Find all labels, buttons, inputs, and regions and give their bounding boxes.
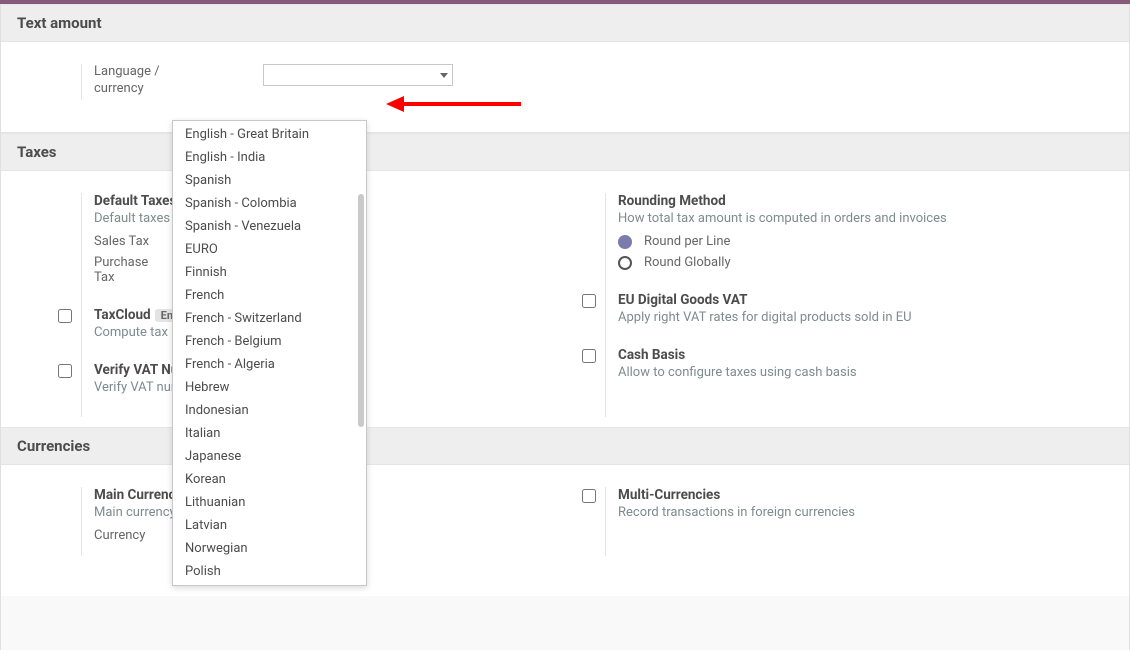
verify-vat-checkbox[interactable] [58,364,72,378]
eu-vat-block: EU Digital Goods VAT Apply right VAT rat… [618,292,1089,325]
rounding-globally-radio[interactable]: Round Globally [618,255,1089,270]
taxes-body: Default Taxes Default taxes a Sales Tax … [1,171,1129,427]
multi-currencies-sub: Record transactions in foreign currencie… [618,505,1089,520]
language-option[interactable]: Spanish [173,169,366,192]
language-option[interactable]: Japanese [173,445,366,468]
rounding-block: Rounding Method How total tax amount is … [618,193,1089,270]
section-header-taxes: Taxes [1,133,1129,171]
eu-vat-title: EU Digital Goods VAT [618,292,1089,308]
language-option[interactable]: Spanish - Colombia [173,192,366,215]
eu-vat-checkbox[interactable] [582,294,596,308]
language-currency-select[interactable] [263,64,453,86]
radio-selected-icon [618,235,632,249]
multi-currencies-checkbox[interactable] [582,489,596,503]
language-option[interactable]: Spanish - Venezuela [173,215,366,238]
currency-label: Currency [94,528,164,543]
multi-currencies-block: Multi-Currencies Record transactions in … [618,487,1089,520]
section-header-text-amount: Text amount [1,4,1129,42]
language-option[interactable]: Hebrew [173,376,366,399]
language-option[interactable]: Finnish [173,261,366,284]
eu-vat-sub: Apply right VAT rates for digital produc… [618,310,1089,325]
language-dropdown[interactable]: English - Great BritainEnglish - IndiaSp… [172,120,367,586]
language-option[interactable]: Korean [173,468,366,491]
language-option[interactable]: Latvian [173,514,366,537]
language-currency-row: Language / currency [1,42,1129,133]
rounding-per-line-radio[interactable]: Round per Line [618,234,1089,249]
rounding-title: Rounding Method [618,193,1089,209]
language-option[interactable]: French - Switzerland [173,307,366,330]
section-header-currencies: Currencies [1,427,1129,465]
annotation-arrow [386,92,526,116]
cash-basis-title: Cash Basis [618,347,1089,363]
language-currency-label: Language / currency [81,64,171,100]
language-option[interactable]: French [173,284,366,307]
cash-basis-block: Cash Basis Allow to configure taxes usin… [618,347,1089,380]
rounding-opt2-label: Round Globally [644,255,731,270]
purchase-tax-label: Purchase Tax [94,255,164,285]
language-option[interactable]: Italian [173,422,366,445]
language-option[interactable]: Lithuanian [173,491,366,514]
language-option[interactable]: French - Belgium [173,330,366,353]
currencies-body: Main Currency Main currency o Currency U… [1,465,1129,596]
dropdown-scrollbar[interactable] [358,194,364,427]
settings-panel: Text amount Language / currency Taxes De… [0,4,1130,650]
sales-tax-label: Sales Tax [94,234,164,249]
language-option[interactable]: Polish [173,560,366,583]
language-option[interactable]: Norwegian [173,537,366,560]
cash-basis-checkbox[interactable] [582,349,596,363]
language-option[interactable]: French - Algeria [173,353,366,376]
rounding-sub: How total tax amount is computed in orde… [618,211,1089,226]
language-option[interactable]: Indonesian [173,399,366,422]
cash-basis-sub: Allow to configure taxes using cash basi… [618,365,1089,380]
multi-currencies-title: Multi-Currencies [618,487,1089,503]
currencies-right-col: Multi-Currencies Record transactions in … [605,487,1089,556]
language-option[interactable]: English - India [173,146,366,169]
taxes-right-col: Rounding Method How total tax amount is … [605,193,1089,417]
language-option[interactable]: EURO [173,238,366,261]
taxcloud-checkbox[interactable] [58,309,72,323]
rounding-opt1-label: Round per Line [644,234,730,249]
language-option[interactable]: English - Great Britain [173,123,366,146]
radio-unselected-icon [618,256,632,270]
